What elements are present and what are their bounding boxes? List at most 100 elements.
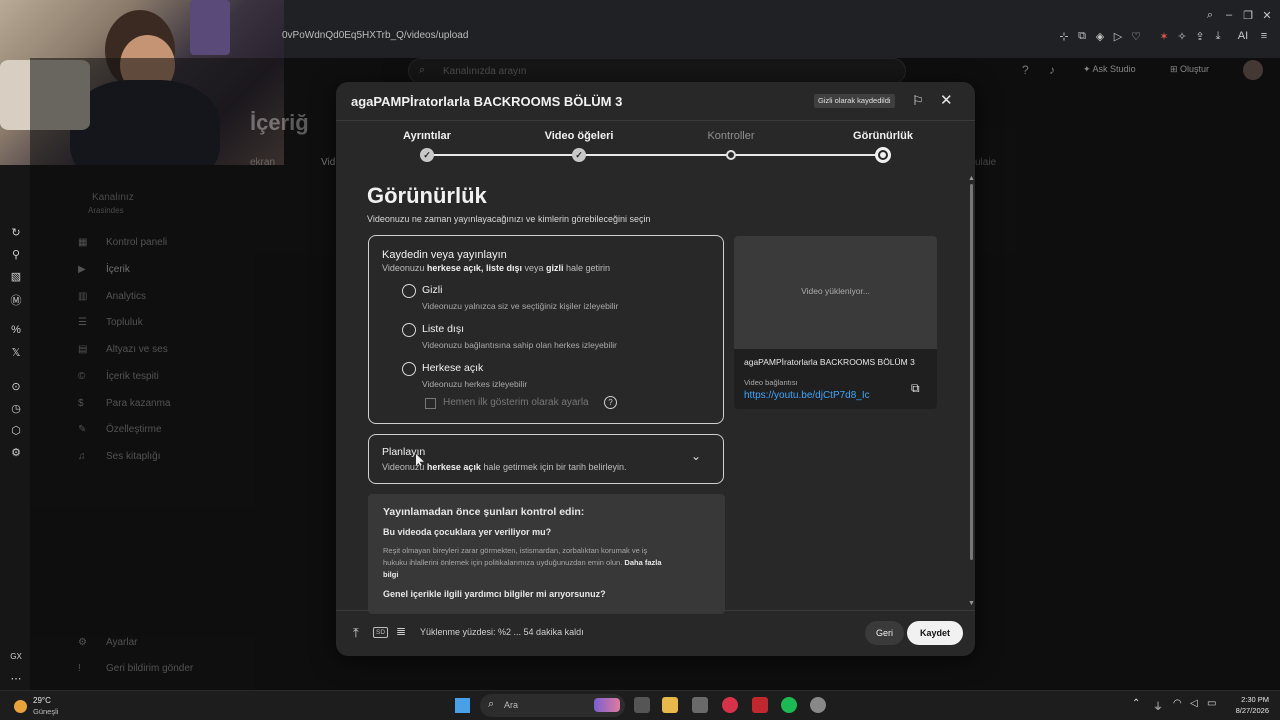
nav-feedback[interactable]: ! Geri bildirim gönder xyxy=(78,663,193,674)
crop-icon[interactable]: ⧉ xyxy=(1075,30,1089,43)
back-button[interactable]: Geri xyxy=(865,621,905,645)
clock-date[interactable]: 8/27/2026 xyxy=(1227,706,1269,715)
bell-icon[interactable]: ♪ xyxy=(1049,63,1055,77)
pin-icon[interactable]: ⊹ xyxy=(1057,30,1071,43)
search-highlight-icon xyxy=(594,698,620,712)
nav-item[interactable]: ▥ Analytics xyxy=(78,291,146,302)
studio-tab[interactable]: ulaie xyxy=(975,157,996,168)
copy-icon[interactable]: ⧉ xyxy=(911,381,920,396)
schedule-subtitle: Videonuzu herkese açık hale getirmek içi… xyxy=(382,462,627,472)
save-button[interactable]: Kaydet xyxy=(907,621,964,645)
ask-studio-button[interactable]: ✦ Ask Studio xyxy=(1083,64,1136,75)
app-icon[interactable] xyxy=(752,697,768,713)
chevron-down-icon[interactable]: ⌄ xyxy=(691,449,701,463)
scroll-down-icon[interactable]: ▼ xyxy=(968,600,975,607)
app-icon[interactable] xyxy=(810,697,826,713)
ai-icon[interactable]: AI xyxy=(1233,30,1253,42)
heart-icon[interactable]: ♡ xyxy=(1129,30,1143,43)
step-video-elements[interactable]: Video öğeleri xyxy=(524,130,634,142)
restore-icon[interactable]: ❐ xyxy=(1241,9,1255,22)
upload-status: Yüklenme yüzdesi: %2 ... 54 dakika kaldı xyxy=(420,627,584,637)
premiere-checkbox[interactable] xyxy=(425,398,436,409)
step-details[interactable]: Ayrıntılar xyxy=(372,130,482,142)
file-explorer-icon[interactable] xyxy=(662,697,678,713)
microphone-icon[interactable]: ⏚ xyxy=(1153,698,1163,713)
step-visibility[interactable]: Görünürlük xyxy=(828,130,938,142)
radio-private-label[interactable]: Gizli xyxy=(422,284,442,296)
play-icon[interactable]: ▷ xyxy=(1111,30,1125,43)
help-icon[interactable]: ? xyxy=(604,396,617,409)
mail-icon[interactable]: Ⓜ xyxy=(8,292,24,308)
volume-icon[interactable]: ◁ xyxy=(1190,698,1198,709)
studio-search-input[interactable]: ⌕ Kanalınızda arayın xyxy=(408,58,906,84)
avatar[interactable] xyxy=(1243,60,1263,80)
wifi-icon[interactable]: ◠ xyxy=(1173,698,1182,709)
nav-item[interactable]: $ Para kazanma xyxy=(78,398,170,409)
spotify-icon[interactable] xyxy=(781,697,797,713)
extension-icon[interactable]: ✶ xyxy=(1157,30,1171,43)
opera-gx-icon[interactable] xyxy=(722,697,738,713)
task-view-icon[interactable] xyxy=(634,697,650,713)
schedule-panel[interactable]: Planlayın Videonuzu herkese açık hale ge… xyxy=(368,434,724,484)
share-icon[interactable]: ⇪ xyxy=(1193,30,1207,43)
player-icon[interactable]: ⊙ xyxy=(8,380,24,393)
scroll-up-icon[interactable]: ▲ xyxy=(968,175,975,182)
chevron-up-icon[interactable]: ⌃ xyxy=(1132,698,1140,709)
clock-time[interactable]: 2:30 PM xyxy=(1227,695,1269,704)
battery-icon[interactable]: ▭ xyxy=(1207,698,1216,709)
download-icon[interactable]: ⤓ xyxy=(1211,30,1225,43)
search-icon[interactable]: ⌕ xyxy=(1203,9,1217,22)
media-icon[interactable]: ▧ xyxy=(8,270,24,283)
checklist-body: Reşit olmayan bireyleri zarar görmekten,… xyxy=(383,546,662,579)
radio-unlisted[interactable] xyxy=(402,323,416,337)
radio-private[interactable] xyxy=(402,284,416,298)
step-pending-dot[interactable] xyxy=(726,150,736,160)
preview-video-title: agaPAMPİratorlarla BACKROOMS BÖLÜM 3 xyxy=(744,357,915,367)
clock-icon[interactable]: ◷ xyxy=(8,402,24,415)
more-icon[interactable]: ⋯ xyxy=(8,672,24,685)
menu-icon[interactable]: ≡ xyxy=(1257,30,1271,42)
nav-item-active[interactable]: ▶ İçerik xyxy=(78,264,130,275)
radio-public-label[interactable]: Herkese açık xyxy=(422,362,483,374)
checklist-question: Bu videoda çocuklara yer veriliyor mu? xyxy=(383,527,552,537)
step-checks[interactable]: Kontroller xyxy=(676,130,786,142)
address-bar[interactable]: 0vPoWdnQd0Eq5HXTrb_Q/videos/upload xyxy=(282,30,468,41)
weather-sun-icon[interactable] xyxy=(14,700,27,713)
nav-item[interactable]: ▦ Kontrol paneli xyxy=(78,237,167,248)
settings-icon[interactable]: ⚙ xyxy=(8,446,24,459)
puzzle-icon[interactable]: ✧ xyxy=(1175,30,1189,43)
step-done-check-icon[interactable]: ✓ xyxy=(420,148,434,162)
gx-icon[interactable]: GX xyxy=(8,652,24,661)
help-icon[interactable]: ? xyxy=(1022,63,1029,77)
cube-icon[interactable]: ⬡ xyxy=(8,424,24,437)
nav-item[interactable]: ▤ Altyazı ve ses xyxy=(78,344,168,355)
x-icon[interactable]: 𝕏 xyxy=(8,346,24,359)
studio-tab-active[interactable]: Vid xyxy=(321,157,335,168)
radio-public[interactable] xyxy=(402,362,416,376)
nav-item[interactable]: ✎ Özelleştirme xyxy=(78,424,162,435)
step-current-dot[interactable] xyxy=(875,147,891,163)
step-done-check-icon[interactable]: ✓ xyxy=(572,148,586,162)
weather-desc[interactable]: Güneşli xyxy=(33,707,58,716)
nav-item[interactable]: ♫ Ses kitaplığı xyxy=(78,451,160,462)
nav-item[interactable]: ☰ Topluluk xyxy=(78,317,143,328)
shield-icon[interactable]: ◈ xyxy=(1093,30,1107,43)
scrollbar-thumb[interactable] xyxy=(970,184,973,560)
close-icon[interactable]: ✕ xyxy=(940,91,953,109)
history-icon[interactable]: ↻ xyxy=(8,226,24,239)
store-icon[interactable] xyxy=(692,697,708,713)
radio-unlisted-label[interactable]: Liste dışı xyxy=(422,323,464,335)
bag-icon[interactable]: ⚲ xyxy=(8,248,24,261)
studio-tab[interactable]: ekran xyxy=(250,157,275,168)
window-close-icon[interactable]: ✕ xyxy=(1260,9,1274,22)
feedback-icon[interactable]: ⚐ xyxy=(912,93,924,109)
nav-settings[interactable]: ⚙ Ayarlar xyxy=(78,637,138,648)
nav-item[interactable]: © İçerik tespiti xyxy=(78,371,159,382)
start-icon[interactable] xyxy=(455,698,470,713)
minimize-icon[interactable]: – xyxy=(1222,9,1236,21)
taskbar-search[interactable]: ⌕ Ara xyxy=(480,694,625,717)
create-button[interactable]: ⊞ Oluştur xyxy=(1170,64,1209,75)
video-link[interactable]: https://youtu.be/djCtP7d8_Ic xyxy=(744,390,870,401)
percent-icon[interactable]: % xyxy=(8,324,24,336)
weather-temp[interactable]: 29°C xyxy=(33,696,51,705)
